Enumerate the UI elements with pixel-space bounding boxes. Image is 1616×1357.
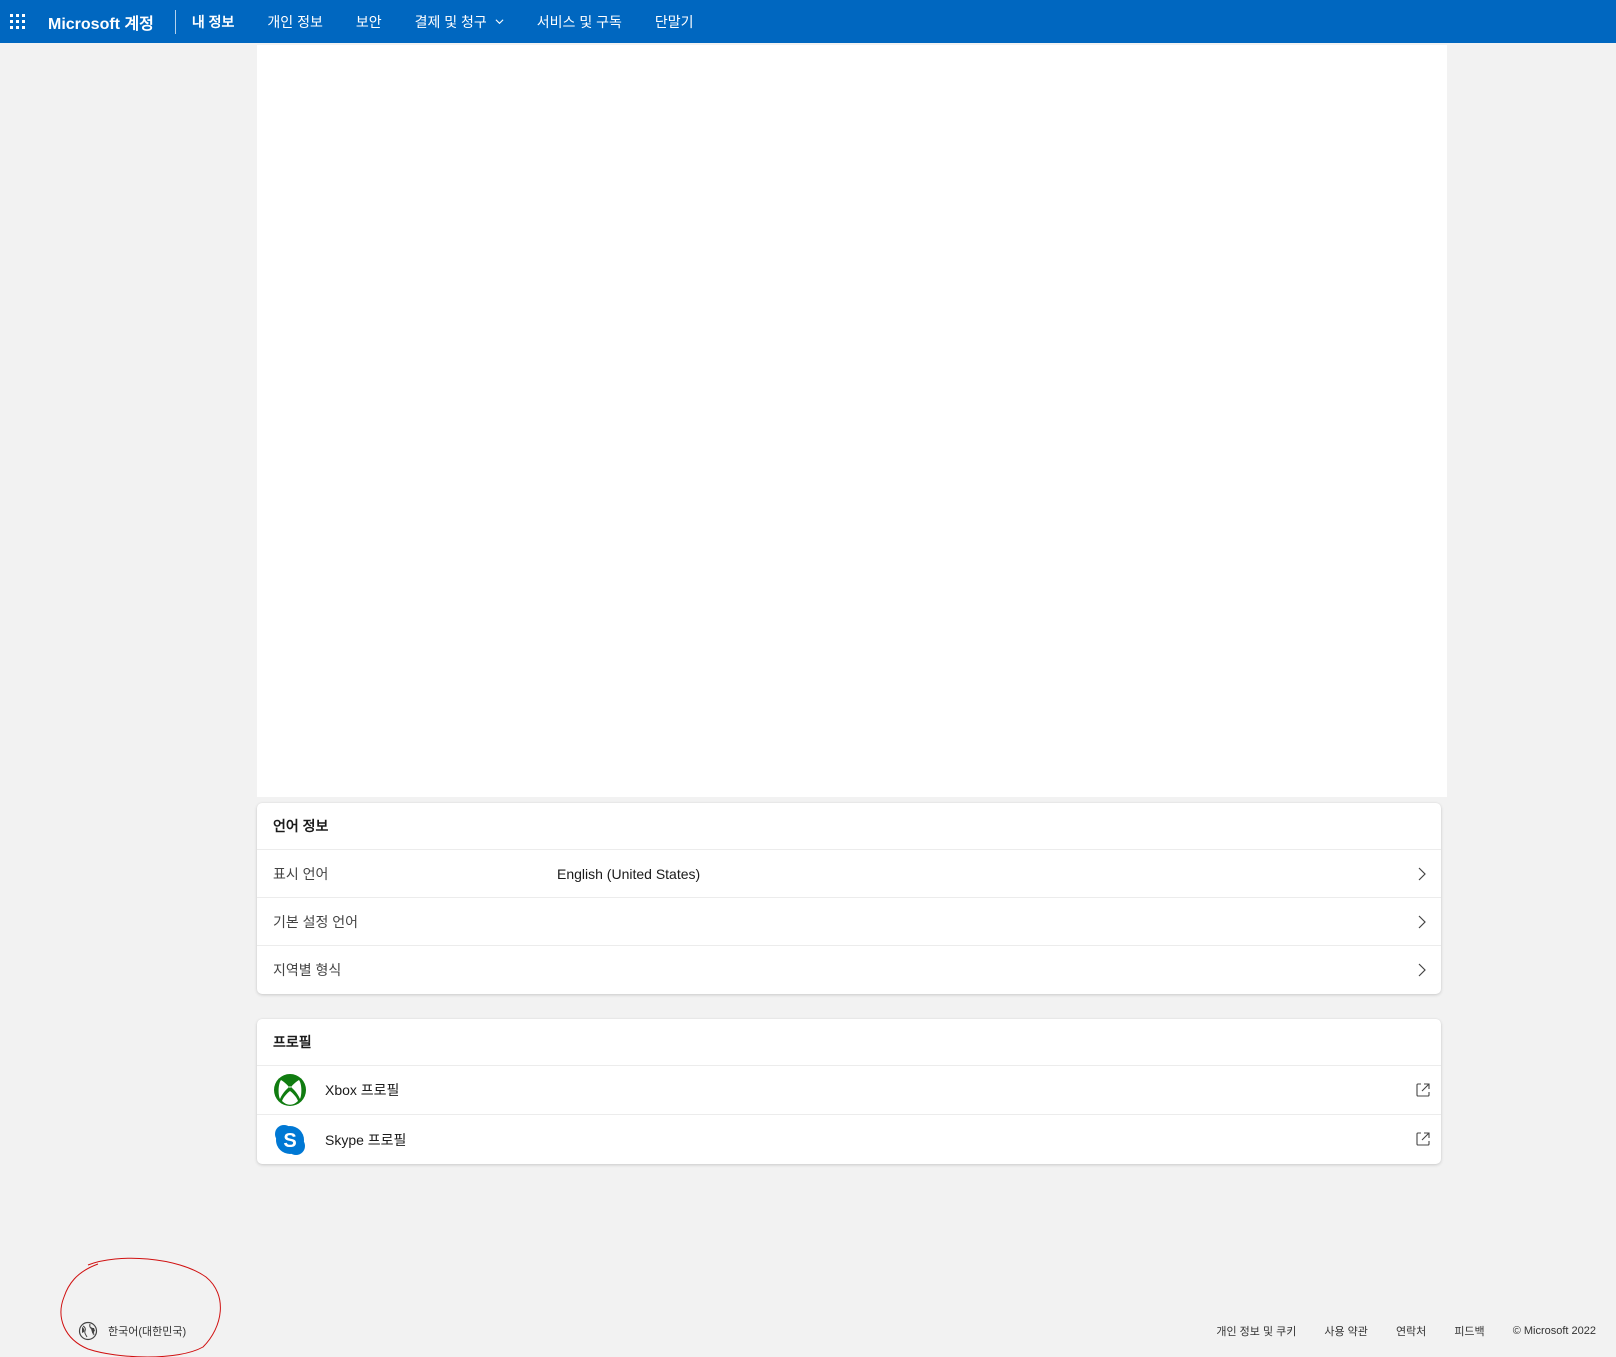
nav-item-personal-info[interactable]: 개인 정보 [267, 0, 322, 43]
chevron-down-icon [495, 19, 504, 25]
profile-label: Skype 프로필 [325, 1131, 407, 1148]
nav-item-label: 보안 [355, 13, 382, 30]
top-navigation-bar: Microsoft 계정 내 정보 개인 정보 보안 결제 및 청구 서비스 및… [0, 0, 1616, 43]
content-placeholder-panel [257, 45, 1447, 797]
app-launcher-button[interactable] [2, 0, 32, 43]
footer-link-privacy-cookies[interactable]: 개인 정보 및 쿠키 [1216, 1323, 1296, 1339]
brand-divider [174, 9, 176, 34]
row-value: English (United States) [557, 865, 701, 882]
row-label: 지역별 형식 [273, 962, 342, 978]
xbox-icon [274, 1074, 306, 1106]
nav-item-my-info[interactable]: 내 정보 [192, 0, 235, 43]
xbox-profile-row[interactable]: Xbox 프로필 [257, 1066, 1441, 1115]
globe-icon [78, 1321, 98, 1341]
language-label: 한국어(대한민국) [108, 1326, 187, 1338]
footer-link-contact[interactable]: 연락처 [1396, 1323, 1426, 1339]
language-info-card: 언어 정보 표시 언어 English (United States) 기본 설… [257, 803, 1441, 994]
display-language-row[interactable]: 표시 언어 English (United States) [257, 850, 1441, 898]
nav-item-label: 개인 정보 [267, 13, 323, 30]
profile-card: 프로필 Xbox 프로필 S Skype 프로필 [257, 1019, 1441, 1164]
skype-icon: S [275, 1124, 305, 1155]
nav-item-label: 내 정보 [191, 13, 235, 30]
waffle-icon [9, 14, 25, 29]
chevron-right-icon [1418, 963, 1426, 977]
language-card-title: 언어 정보 [257, 803, 1441, 850]
language-selector[interactable]: 한국어(대한민국) [78, 1321, 186, 1341]
nav-item-payment-billing[interactable]: 결제 및 청구 [415, 0, 504, 43]
chevron-right-icon [1418, 867, 1426, 881]
nav-item-label: 결제 및 청구 [414, 13, 487, 30]
nav-item-services-subscriptions[interactable]: 서비스 및 구독 [537, 0, 622, 43]
nav-item-security[interactable]: 보안 [356, 0, 382, 43]
profile-card-title: 프로필 [257, 1019, 1441, 1066]
regional-format-row[interactable]: 지역별 형식 [257, 946, 1441, 994]
nav-item-label: 서비스 및 구독 [536, 13, 622, 30]
external-link-icon [1416, 1083, 1430, 1097]
profile-label: Xbox 프로필 [325, 1082, 400, 1098]
nav-item-label: 단말기 [654, 13, 694, 30]
brand-title[interactable]: Microsoft 계정 [48, 10, 154, 34]
svg-text:S: S [283, 1130, 296, 1152]
chevron-right-icon [1418, 915, 1426, 929]
footer-links: 개인 정보 및 쿠키 사용 약관 연락처 피드백 © Microsoft 202… [1188, 1323, 1596, 1339]
footer-link-feedback[interactable]: 피드백 [1454, 1323, 1484, 1339]
footer-link-terms[interactable]: 사용 약관 [1324, 1323, 1368, 1339]
preferred-language-row[interactable]: 기본 설정 언어 [257, 898, 1441, 946]
row-label: 표시 언어 [273, 865, 329, 882]
external-link-icon [1416, 1132, 1430, 1146]
row-label: 기본 설정 언어 [273, 913, 359, 930]
skype-profile-row[interactable]: S Skype 프로필 [257, 1115, 1441, 1164]
copyright-text: © Microsoft 2022 [1512, 1325, 1596, 1337]
nav-item-devices[interactable]: 단말기 [655, 0, 694, 43]
red-annotation-circle [60, 1257, 221, 1357]
